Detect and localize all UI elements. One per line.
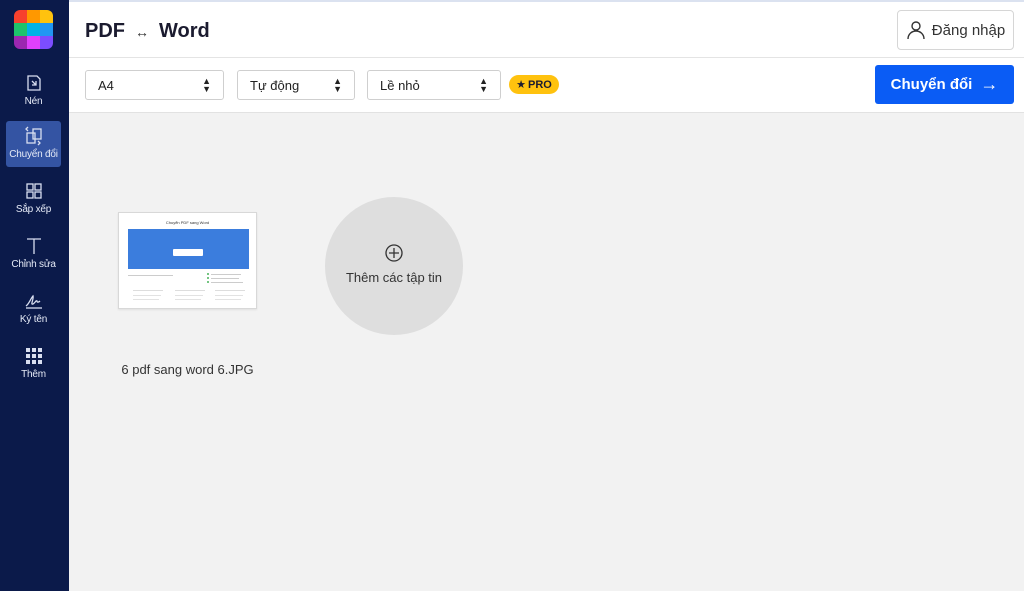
header: PDF ↔ Word Đăng nhập xyxy=(69,0,1024,58)
page-title: PDF ↔ Word xyxy=(85,20,210,43)
convert-icon xyxy=(24,126,42,146)
title-target: Word xyxy=(159,20,210,42)
file-thumbnail[interactable]: Chuyển PDF sang Word xyxy=(118,212,257,309)
thumbnail-line xyxy=(211,278,239,279)
more-icon xyxy=(25,348,42,364)
thumbnail-banner xyxy=(128,229,249,269)
select-caret-icon: ▲ ▼ xyxy=(479,76,488,94)
sidebar-item-more[interactable]: Thêm xyxy=(6,341,61,387)
sidebar-item-convert[interactable]: Chuyển đổi xyxy=(6,121,61,167)
select-caret-icon: ▲ ▼ xyxy=(202,76,211,94)
thumbnail-line xyxy=(215,299,241,300)
thumbnail-dot xyxy=(207,277,209,279)
sidebar-item-label: Ký tên xyxy=(19,314,48,325)
page-size-select[interactable]: A4 ▲ ▼ xyxy=(85,70,224,100)
app-logo[interactable] xyxy=(14,10,53,49)
page-size-value: A4 xyxy=(98,77,114,93)
plus-circle-icon xyxy=(385,244,403,262)
convert-button[interactable]: Chuyển đổi → xyxy=(875,65,1014,104)
logo-tile xyxy=(14,36,27,49)
login-button[interactable]: Đăng nhập xyxy=(897,10,1014,50)
pro-badge: ★ PRO xyxy=(509,75,559,94)
star-icon: ★ xyxy=(516,79,527,91)
sidebar-item-sign[interactable]: Ký tên xyxy=(6,286,61,332)
convert-label: Chuyển đổi xyxy=(890,76,973,93)
arrow-right-icon: → xyxy=(980,74,999,94)
thumbnail-line xyxy=(133,295,161,296)
sidebar-item-label: Chuyển đổi xyxy=(9,149,58,160)
logo-tile xyxy=(27,23,40,36)
signature-icon xyxy=(25,294,42,309)
orientation-select[interactable]: Tự động ▲ ▼ xyxy=(237,70,355,100)
file-name: 6 pdf sang word 6.JPG xyxy=(121,362,254,377)
thumbnail-line xyxy=(133,299,159,300)
swap-arrow-icon: ↔ xyxy=(135,23,149,40)
thumbnail-line xyxy=(215,290,245,291)
sidebar-item-organize[interactable]: Sắp xếp xyxy=(6,176,61,222)
thumbnail-line xyxy=(211,282,243,283)
sidebar-item-edit[interactable]: Chỉnh sửa xyxy=(6,231,61,277)
thumbnail-title: Chuyển PDF sang Word xyxy=(165,220,210,225)
logo-tile xyxy=(40,23,53,36)
thumbnail-line xyxy=(175,295,203,296)
thumbnail-line xyxy=(211,274,241,275)
compress-icon xyxy=(26,75,41,91)
margin-select[interactable]: Lề nhỏ ▲ ▼ xyxy=(367,70,501,100)
thumbnail-line xyxy=(175,290,205,291)
logo-tile xyxy=(14,23,27,36)
pro-label: PRO xyxy=(528,78,552,91)
sidebar-item-label: Nén xyxy=(24,96,43,107)
thumbnail-line xyxy=(215,295,243,296)
grid-icon xyxy=(25,183,42,199)
add-files-button[interactable]: Thêm các tập tin xyxy=(325,197,463,335)
logo-tile xyxy=(27,10,40,23)
logo-tile xyxy=(14,10,27,23)
logo-tile xyxy=(40,36,53,49)
thumbnail-dot xyxy=(207,281,209,283)
orientation-value: Tự động xyxy=(250,77,300,93)
thumbnail-line xyxy=(175,299,201,300)
sidebar-item-label: Chỉnh sửa xyxy=(11,259,56,270)
logo-tile xyxy=(40,10,53,23)
login-label: Đăng nhập xyxy=(931,21,1006,39)
thumbnail-button xyxy=(173,249,203,256)
title-source: PDF xyxy=(85,20,125,42)
thumbnail-line xyxy=(133,290,163,291)
thumbnail-dot xyxy=(207,273,209,275)
user-icon xyxy=(907,21,925,40)
sidebar: Nén Chuyển đổi Sắp xếp Chỉnh sửa Ký tên xyxy=(0,0,69,591)
margin-value: Lề nhỏ xyxy=(380,77,420,93)
sidebar-item-label: Sắp xếp xyxy=(15,204,52,215)
select-caret-icon: ▲ ▼ xyxy=(333,76,342,94)
text-icon xyxy=(26,238,41,254)
thumbnail-line xyxy=(128,275,173,276)
options-toolbar: A4 ▲ ▼ Tự động ▲ ▼ Lề nhỏ ▲ ▼ ★ PRO Chuyển … xyxy=(69,58,1024,113)
sidebar-item-label: Thêm xyxy=(21,369,46,380)
logo-tile xyxy=(27,36,40,49)
add-files-label: Thêm các tập tin xyxy=(345,270,443,285)
sidebar-item-compress[interactable]: Nén xyxy=(6,68,61,114)
